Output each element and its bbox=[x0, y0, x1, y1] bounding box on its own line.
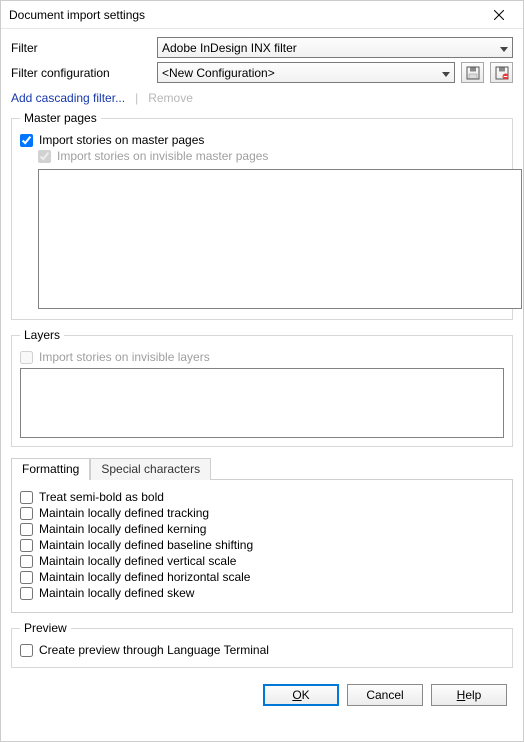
semi-bold-checkbox-row[interactable]: Treat semi-bold as bold bbox=[20, 490, 504, 504]
skew-label: Maintain locally defined skew bbox=[39, 586, 194, 600]
chevron-down-icon bbox=[442, 66, 450, 80]
layers-listbox[interactable] bbox=[20, 368, 504, 438]
add-cascading-filter-link[interactable]: Add cascading filter... bbox=[11, 91, 125, 105]
create-preview-checkbox[interactable] bbox=[20, 644, 33, 657]
save-config-button[interactable] bbox=[461, 62, 484, 83]
close-button[interactable] bbox=[481, 5, 517, 24]
formatting-tabpanel: Treat semi-bold as bold Maintain locally… bbox=[11, 479, 513, 613]
vscale-checkbox-row[interactable]: Maintain locally defined vertical scale bbox=[20, 554, 504, 568]
import-invisible-layers-label: Import stories on invisible layers bbox=[39, 350, 210, 364]
layers-group: Layers Import stories on invisible layer… bbox=[11, 328, 513, 447]
ok-button[interactable]: OK bbox=[263, 684, 339, 706]
filter-row: Filter Adobe InDesign INX filter bbox=[11, 37, 513, 58]
create-preview-label: Create preview through Language Terminal bbox=[39, 643, 269, 657]
import-invisible-master-checkbox-row: Import stories on invisible master pages bbox=[38, 149, 504, 163]
kerning-label: Maintain locally defined kerning bbox=[39, 522, 206, 536]
ok-rest: K bbox=[302, 688, 310, 702]
delete-config-button[interactable] bbox=[490, 62, 513, 83]
remove-cascading-filter-link: Remove bbox=[148, 91, 193, 105]
kerning-checkbox-row[interactable]: Maintain locally defined kerning bbox=[20, 522, 504, 536]
help-button[interactable]: Help bbox=[431, 684, 507, 706]
import-master-checkbox-row[interactable]: Import stories on master pages bbox=[20, 133, 504, 147]
dialog-body: Filter Adobe InDesign INX filter Filter … bbox=[1, 29, 523, 741]
dialog-button-bar: OK Cancel Help bbox=[11, 676, 513, 710]
semi-bold-label: Treat semi-bold as bold bbox=[39, 490, 164, 504]
tracking-checkbox[interactable] bbox=[20, 507, 33, 520]
filter-config-row: Filter configuration <New Configuration> bbox=[11, 62, 513, 83]
tab-special-characters[interactable]: Special characters bbox=[90, 458, 211, 480]
filter-combo-value: Adobe InDesign INX filter bbox=[162, 41, 297, 55]
layers-legend: Layers bbox=[20, 328, 64, 342]
import-master-checkbox[interactable] bbox=[20, 134, 33, 147]
import-master-label: Import stories on master pages bbox=[39, 133, 204, 147]
hscale-checkbox[interactable] bbox=[20, 571, 33, 584]
titlebar: Document import settings bbox=[1, 1, 523, 29]
options-tabstrip: Formatting Special characters bbox=[11, 457, 513, 479]
skew-checkbox[interactable] bbox=[20, 587, 33, 600]
hscale-label: Maintain locally defined horizontal scal… bbox=[39, 570, 250, 584]
master-pages-listbox[interactable] bbox=[38, 169, 522, 309]
semi-bold-checkbox[interactable] bbox=[20, 491, 33, 504]
cascading-filter-bar: Add cascading filter... | Remove bbox=[11, 87, 513, 111]
dialog-window: Document import settings Filter Adobe In… bbox=[0, 0, 524, 742]
filter-config-combo[interactable]: <New Configuration> bbox=[157, 62, 455, 83]
import-invisible-layers-checkbox bbox=[20, 351, 33, 364]
skew-checkbox-row[interactable]: Maintain locally defined skew bbox=[20, 586, 504, 600]
tab-formatting[interactable]: Formatting bbox=[11, 458, 90, 480]
help-rest: elp bbox=[465, 688, 481, 702]
filter-config-value: <New Configuration> bbox=[162, 66, 275, 80]
link-separator: | bbox=[135, 91, 138, 105]
filter-combo[interactable]: Adobe InDesign INX filter bbox=[157, 37, 513, 58]
vscale-checkbox[interactable] bbox=[20, 555, 33, 568]
kerning-checkbox[interactable] bbox=[20, 523, 33, 536]
filter-config-label: Filter configuration bbox=[11, 66, 151, 80]
baseline-checkbox[interactable] bbox=[20, 539, 33, 552]
import-invisible-master-checkbox bbox=[38, 150, 51, 163]
baseline-label: Maintain locally defined baseline shifti… bbox=[39, 538, 253, 552]
filter-label: Filter bbox=[11, 41, 151, 55]
tracking-label: Maintain locally defined tracking bbox=[39, 506, 209, 520]
tracking-checkbox-row[interactable]: Maintain locally defined tracking bbox=[20, 506, 504, 520]
close-icon bbox=[494, 10, 504, 20]
master-pages-legend: Master pages bbox=[20, 111, 101, 125]
baseline-checkbox-row[interactable]: Maintain locally defined baseline shifti… bbox=[20, 538, 504, 552]
create-preview-checkbox-row[interactable]: Create preview through Language Terminal bbox=[20, 643, 504, 657]
import-invisible-master-label: Import stories on invisible master pages bbox=[57, 149, 268, 163]
cancel-button[interactable]: Cancel bbox=[347, 684, 423, 706]
import-invisible-layers-checkbox-row: Import stories on invisible layers bbox=[20, 350, 504, 364]
master-pages-group: Master pages Import stories on master pa… bbox=[11, 111, 513, 320]
preview-legend: Preview bbox=[20, 621, 71, 635]
preview-group: Preview Create preview through Language … bbox=[11, 621, 513, 668]
ok-accel: O bbox=[292, 688, 301, 702]
chevron-down-icon bbox=[500, 41, 508, 55]
hscale-checkbox-row[interactable]: Maintain locally defined horizontal scal… bbox=[20, 570, 504, 584]
window-title: Document import settings bbox=[9, 8, 145, 22]
floppy-disk-icon bbox=[466, 66, 480, 80]
delete-floppy-icon bbox=[495, 66, 509, 80]
vscale-label: Maintain locally defined vertical scale bbox=[39, 554, 236, 568]
